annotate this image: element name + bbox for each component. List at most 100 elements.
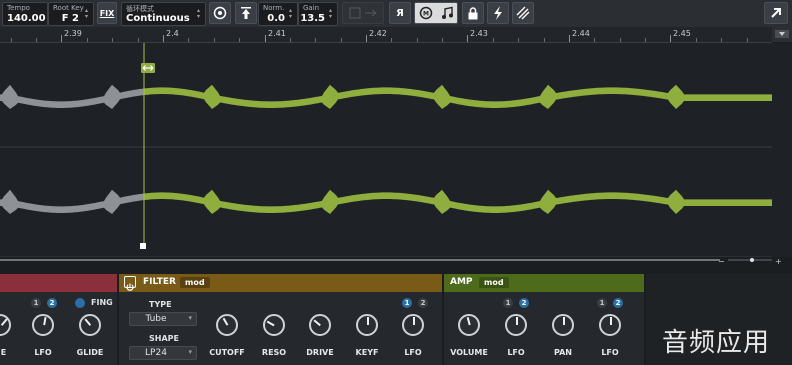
ruler-minor-tick	[544, 38, 545, 42]
ruler-tick	[163, 35, 164, 42]
sync-mode-group[interactable]: M	[414, 2, 458, 24]
upload-button[interactable]	[235, 2, 257, 24]
amp-pan-mod-2[interactable]: 2	[613, 298, 623, 308]
fingered-toggle-icon[interactable]	[75, 298, 85, 308]
ruler-tick	[61, 35, 62, 42]
ruler-minor-tick	[645, 38, 646, 42]
filter-type-select[interactable]: Tube ▾	[129, 312, 197, 326]
ruler-tick	[366, 35, 367, 42]
glide-knob[interactable]	[79, 314, 101, 336]
fix-button[interactable]: FIX	[97, 2, 117, 24]
ruler-label: 2.42	[369, 29, 387, 38]
target-icon	[213, 6, 227, 20]
ruler-corner[interactable]	[772, 27, 792, 42]
gain-field[interactable]: Gain 13.5 ▴ ▾	[298, 2, 338, 26]
pitch-mod-2[interactable]: 2	[47, 298, 57, 308]
ruler-label: 2.41	[268, 29, 286, 38]
target-button[interactable]	[209, 2, 231, 24]
waveform-left-channel	[144, 84, 772, 109]
ruler-minor-tick	[188, 38, 189, 42]
amp-pan-mod-1[interactable]: 1	[597, 298, 607, 308]
ruler-label: 2.44	[572, 29, 590, 38]
timeline-ruler[interactable]: 2.39 2.4 2.41 2.42 2.43 2.44 2.45	[0, 27, 772, 43]
chevron-down-icon[interactable]	[772, 27, 792, 42]
amp-section-header: AMP mod	[444, 274, 644, 292]
filter-mod-tag[interactable]: mod	[180, 277, 210, 288]
filter-shape-value: LP24	[145, 348, 167, 358]
gain-value: 13.5	[300, 13, 325, 24]
chevron-down-icon: ▾	[188, 314, 192, 322]
ruler-label: 2.39	[64, 29, 82, 38]
pitch-section-header	[0, 274, 117, 292]
ruler-minor-tick	[239, 38, 240, 42]
pitch-lfo-knob[interactable]	[32, 314, 54, 336]
zoom-slider[interactable]: − +	[0, 257, 792, 271]
amp-lfo-knob[interactable]	[505, 314, 527, 336]
warp-button[interactable]	[487, 2, 509, 24]
ruler-minor-tick	[747, 38, 748, 42]
amp-mod-2[interactable]: 2	[519, 298, 529, 308]
stripes-icon	[516, 6, 530, 20]
loop-mode-select[interactable]: 循环模式 Continuous ▴ ▾	[121, 2, 206, 26]
gain-label: Gain	[303, 4, 320, 12]
ruler-minor-tick	[36, 38, 37, 42]
slice-button[interactable]	[512, 2, 534, 24]
filter-mod-2[interactable]: 2	[418, 298, 428, 308]
amp-title: AMP	[450, 277, 473, 287]
ruler-minor-tick	[594, 38, 595, 42]
watermark-text: 音频应用	[662, 328, 771, 358]
tempo-label: Tempo	[7, 4, 30, 12]
filter-lfo-knob[interactable]	[402, 314, 424, 336]
midi-icon[interactable]: M	[419, 6, 433, 20]
waveform-canvas[interactable]	[0, 43, 772, 258]
export-icon	[771, 8, 781, 18]
root-key-field[interactable]: Root Key F 2 ▴ ▾	[48, 2, 94, 26]
root-key-stepper-icon[interactable]: ▴ ▾	[85, 8, 91, 20]
ruler-minor-tick	[417, 38, 418, 42]
export-button[interactable]	[764, 2, 788, 24]
playhead-handle[interactable]	[140, 243, 146, 249]
waveform-editor[interactable]	[0, 43, 772, 258]
filter-power-icon[interactable]	[124, 276, 136, 291]
tempo-field[interactable]: Tempo 140.00	[2, 2, 48, 26]
zoom-slider-thumb[interactable]	[750, 258, 754, 262]
loop-start-marker[interactable]	[141, 63, 155, 73]
cutoff-knob[interactable]	[216, 314, 238, 336]
pitch-knob-partial[interactable]	[0, 314, 11, 336]
lock-button[interactable]	[462, 2, 484, 24]
normalize-label: Norm.	[263, 4, 285, 12]
ruler-label: 2.4	[166, 29, 179, 38]
zoom-in-icon[interactable]: +	[775, 257, 782, 266]
filter-mod-1[interactable]: 1	[402, 298, 412, 308]
keyf-knob[interactable]	[356, 314, 378, 336]
ruler-minor-tick	[214, 38, 215, 42]
pitch-mod-1[interactable]: 1	[31, 298, 41, 308]
note-icon[interactable]	[440, 6, 454, 20]
volume-knob[interactable]	[458, 314, 480, 336]
ruler-minor-tick	[87, 38, 88, 42]
region-icon	[349, 7, 377, 19]
loop-mode-value: Continuous	[126, 13, 190, 24]
filter-shape-select[interactable]: LP24 ▾	[129, 346, 197, 360]
reso-knob[interactable]	[263, 314, 285, 336]
pitch-section: 1 2 FING IE LFO GLIDE	[0, 274, 117, 365]
normalize-field[interactable]: Norm. 0.0 ▴ ▾	[258, 2, 298, 26]
region-button[interactable]	[342, 2, 384, 24]
normalize-stepper-icon[interactable]: ▴ ▾	[289, 8, 295, 20]
lightning-icon	[494, 6, 502, 20]
pan-knob[interactable]	[552, 314, 574, 336]
filter-shape-label: SHAPE	[149, 334, 179, 343]
drive-knob[interactable]	[309, 314, 331, 336]
loop-mode-stepper-icon[interactable]: ▴ ▾	[197, 8, 203, 20]
lock-icon	[468, 6, 478, 19]
normalize-value: 0.0	[267, 13, 285, 24]
amp-mod-1[interactable]: 1	[503, 298, 513, 308]
reso-label: RESO	[261, 348, 287, 357]
pan-lfo-knob[interactable]	[599, 314, 621, 336]
ruler-minor-tick	[290, 38, 291, 42]
amp-mod-tag[interactable]: mod	[479, 277, 509, 288]
gain-stepper-icon[interactable]: ▴ ▾	[329, 8, 335, 20]
zoom-out-icon[interactable]: −	[718, 257, 725, 266]
reverse-button[interactable]: Я	[389, 2, 411, 24]
ruler-minor-tick	[442, 38, 443, 42]
